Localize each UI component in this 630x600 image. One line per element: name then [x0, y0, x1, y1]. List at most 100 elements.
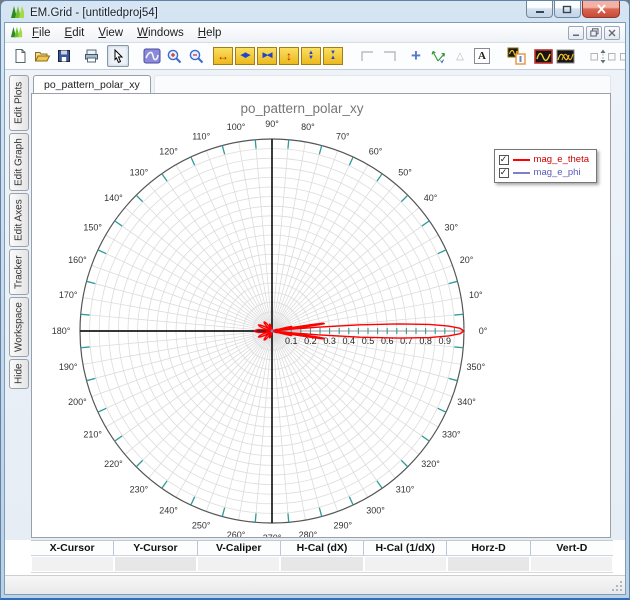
- sidebar-item-hide[interactable]: Hide: [9, 359, 29, 389]
- mdi-restore-button[interactable]: [586, 25, 602, 40]
- sidebar-item-edit-plots[interactable]: Edit Plots: [9, 75, 29, 131]
- shrink-vertical-button[interactable]: ▼ ▲: [323, 47, 343, 65]
- mdi-close-button[interactable]: [604, 25, 620, 40]
- cursor-table-header-cell: V-Caliper: [198, 541, 281, 555]
- svg-text:110°: 110°: [192, 131, 210, 141]
- legend[interactable]: ✓ mag_e_theta ✓ mag_e_phi: [493, 149, 597, 183]
- title-bar[interactable]: EM.Grid - [untitledproj54]: [4, 1, 626, 22]
- restore-icon: [562, 5, 572, 14]
- sidebar: Edit Plots Edit Graph Edit Axes Tracker …: [5, 72, 31, 538]
- h-out-icon: ◀▶: [240, 52, 251, 59]
- crosshair-tool-button[interactable]: +: [405, 45, 427, 67]
- svg-text:320°: 320°: [421, 459, 440, 469]
- svg-text:210°: 210°: [83, 430, 102, 440]
- svg-text:60°: 60°: [369, 147, 383, 157]
- text-tool-icon: A: [474, 48, 490, 64]
- cursor-table-value-cell[interactable]: [364, 557, 446, 571]
- svg-text:0°: 0°: [479, 326, 488, 336]
- svg-text:310°: 310°: [396, 485, 415, 495]
- svg-text:220°: 220°: [104, 459, 123, 469]
- expand-horizontal-button[interactable]: ↔: [213, 47, 233, 65]
- svg-text:10°: 10°: [469, 290, 483, 300]
- plot-title: po_pattern_polar_xy: [240, 101, 364, 116]
- svg-text:180°: 180°: [52, 326, 71, 336]
- open-folder-icon: [34, 52, 50, 62]
- mdi-child-icon: [10, 26, 23, 38]
- expand-vertical-button[interactable]: ↕: [279, 47, 299, 65]
- corner-frame-2-button: [378, 45, 400, 67]
- pointer-tool-button[interactable]: [107, 45, 129, 67]
- svg-text:100°: 100°: [227, 122, 246, 132]
- pointer-arrow-icon: [114, 48, 124, 63]
- axes-marker-button[interactable]: [427, 45, 449, 67]
- plot-style-red-icon: [533, 48, 553, 64]
- resize-grip-icon[interactable]: [611, 580, 623, 592]
- legend-checkbox-phi[interactable]: ✓: [498, 167, 509, 178]
- menu-windows[interactable]: Windows: [130, 25, 191, 41]
- plot-style-red-button[interactable]: [532, 45, 554, 67]
- svg-text:250°: 250°: [192, 521, 211, 531]
- tab-po-pattern-polar-xy[interactable]: po_pattern_polar_xy: [33, 75, 151, 94]
- svg-text:130°: 130°: [130, 167, 149, 177]
- print-icon: [84, 49, 98, 63]
- plot-style-dark-button[interactable]: [554, 45, 576, 67]
- legend-row-phi[interactable]: ✓ mag_e_phi: [498, 166, 589, 179]
- v-expand-icon: ↕: [286, 49, 292, 63]
- distribute-horizontal-button: [618, 45, 625, 67]
- stretch-vertical-button[interactable]: ▲ ▼: [301, 47, 321, 65]
- crosshair-icon: +: [411, 46, 421, 65]
- svg-text:70°: 70°: [336, 131, 350, 141]
- new-file-button[interactable]: [9, 45, 31, 67]
- close-button[interactable]: [582, 1, 620, 18]
- stretch-horizontal-button[interactable]: ◀▶: [235, 47, 255, 65]
- svg-text:330°: 330°: [442, 430, 461, 440]
- app-window: EM.Grid - [untitledproj54] File Edit Vie…: [0, 0, 630, 600]
- restore-button[interactable]: [554, 1, 581, 18]
- open-button[interactable]: [31, 45, 53, 67]
- minimize-button[interactable]: [526, 1, 553, 18]
- svg-text:120°: 120°: [159, 147, 178, 157]
- cursor-table-value-cell[interactable]: [281, 557, 363, 571]
- sidebar-item-edit-axes[interactable]: Edit Axes: [9, 193, 29, 247]
- menu-help[interactable]: Help: [191, 25, 229, 41]
- svg-text:270°: 270°: [263, 533, 282, 538]
- text-annotation-button[interactable]: A: [471, 45, 493, 67]
- menu-edit[interactable]: Edit: [58, 25, 92, 41]
- plot-panel[interactable]: 0° 10° 20° 30° 40° 50° 60° 70° 80° 90° 100° 110° 120…: [31, 93, 611, 538]
- legend-row-theta[interactable]: ✓ mag_e_theta: [498, 153, 589, 166]
- svg-text:140°: 140°: [104, 193, 123, 203]
- svg-text:0.9: 0.9: [439, 336, 452, 346]
- menu-view[interactable]: View: [91, 25, 130, 41]
- split-plot-button[interactable]: [505, 45, 527, 67]
- legend-checkbox-theta[interactable]: ✓: [498, 154, 509, 165]
- cursor-table-value-cell[interactable]: [32, 557, 114, 571]
- zoom-in-button[interactable]: [163, 45, 185, 67]
- legend-label-phi: mag_e_phi: [533, 167, 581, 178]
- sidebar-item-edit-graph[interactable]: Edit Graph: [9, 133, 29, 191]
- cursor-table-value-cell[interactable]: [198, 557, 280, 571]
- cursor-table-value-cell[interactable]: [530, 557, 612, 571]
- svg-text:200°: 200°: [68, 397, 87, 407]
- save-button[interactable]: [53, 45, 75, 67]
- svg-text:30°: 30°: [444, 223, 458, 233]
- menu-file[interactable]: File: [25, 25, 58, 41]
- pan-zoom-icon: [143, 48, 161, 64]
- distribute-vertical-button: [588, 45, 618, 67]
- cursor-table-header-cell: H-Cal (dX): [281, 541, 365, 555]
- svg-text:280°: 280°: [299, 530, 318, 538]
- print-button[interactable]: [80, 45, 102, 67]
- zoom-out-button[interactable]: [185, 45, 207, 67]
- corner-frame-1-button: [356, 45, 378, 67]
- svg-text:260°: 260°: [227, 530, 246, 538]
- cursor-table-value-cell[interactable]: [447, 557, 529, 571]
- pan-zoom-button[interactable]: [141, 45, 163, 67]
- cursor-table-value-cell[interactable]: [115, 557, 197, 571]
- sidebar-item-tracker[interactable]: Tracker: [9, 249, 29, 295]
- new-file-icon: [15, 49, 26, 63]
- sidebar-item-workspace[interactable]: Workspace: [9, 297, 29, 357]
- distribute-vertical-icon: [590, 49, 616, 63]
- shrink-horizontal-button[interactable]: ▶◀: [257, 47, 277, 65]
- app-logo-icon: [11, 6, 24, 18]
- mdi-minimize-button[interactable]: [568, 25, 584, 40]
- svg-text:150°: 150°: [83, 223, 102, 233]
